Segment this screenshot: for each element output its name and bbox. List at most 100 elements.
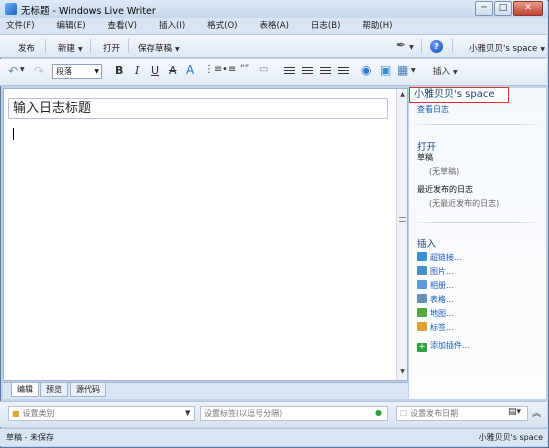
toolbar-separator — [421, 39, 422, 53]
save-draft-button[interactable]: 保存草稿 ▼ — [138, 42, 180, 54]
tab-edit[interactable]: 编辑 — [11, 383, 39, 397]
tab-preview[interactable]: 预览 — [40, 383, 68, 397]
add-plugin-link[interactable]: + 添加插件... — [417, 340, 470, 352]
scroll-up-icon[interactable]: ▲ — [398, 91, 407, 101]
italic-button[interactable]: I — [135, 64, 139, 77]
insert-picture-icon[interactable]: ▣ — [380, 63, 391, 77]
checkbox-icon[interactable]: ☐ — [400, 409, 407, 418]
horizontal-rule-icon[interactable]: ▭ — [259, 64, 268, 75]
text-cursor — [13, 128, 14, 140]
menu-bar: 文件(F) 编辑(E) 查看(V) 插入(I) 格式(O) 表格(A) 日志(B… — [0, 18, 547, 35]
new-button-label: 新建 — [58, 44, 76, 54]
menu-table[interactable]: 表格(A) — [259, 18, 301, 34]
close-button[interactable]: ✕ — [513, 1, 543, 16]
blockquote-button[interactable]: “” — [240, 64, 249, 74]
chevron-down-icon: ▼ — [409, 44, 414, 51]
recent-posts-empty: (无最近发布的日志) — [429, 199, 500, 208]
insert-table-link[interactable]: 表格... — [417, 294, 454, 305]
open-button[interactable]: 打开 — [103, 42, 120, 54]
align-left-icon[interactable] — [284, 67, 295, 76]
menu-file[interactable]: 文件(F) — [6, 18, 48, 34]
status-text: 草稿 - 未保存 — [6, 433, 54, 442]
numbered-list-icon[interactable]: ⋮≡ — [204, 64, 222, 75]
chevron-down-icon: ▼ — [78, 46, 83, 53]
tag-icon — [417, 322, 427, 331]
chevron-down-icon: ▼ — [94, 68, 99, 75]
editor-area[interactable] — [3, 88, 408, 381]
paragraph-style-select[interactable]: 段落 ▼ — [52, 64, 102, 79]
insert-album-link[interactable]: 相册... — [417, 280, 454, 291]
maximize-button[interactable]: □ — [494, 1, 512, 16]
chevron-down-icon: ▼ — [540, 46, 546, 53]
tags-field[interactable]: 设置标签(以逗号分隔) — [200, 406, 388, 421]
insert-menu-label: 插入 — [433, 67, 451, 77]
menu-insert[interactable]: 插入(I) — [159, 18, 198, 34]
map-icon — [417, 308, 427, 317]
drafts-label: 草稿 — [417, 153, 433, 162]
blog-account-label: 小雅贝贝's space — [469, 44, 538, 54]
tab-source[interactable]: 源代码 — [70, 383, 106, 397]
status-blog-name: 小雅贝贝's space — [478, 433, 543, 442]
title-bar: 无标题 - Windows Live Writer ─ □ ✕ — [0, 0, 547, 18]
table-icon — [417, 294, 427, 303]
hyperlink-icon[interactable]: ◉ — [361, 63, 371, 77]
category-icon: ■ — [12, 409, 20, 418]
menu-post[interactable]: 日志(B) — [311, 18, 353, 34]
blog-account-selector[interactable]: 小雅贝贝's space ▼ — [469, 42, 545, 54]
menu-help[interactable]: 帮助(H) — [362, 18, 405, 34]
menu-format[interactable]: 格式(O) — [207, 18, 250, 34]
align-right-icon[interactable] — [320, 67, 331, 76]
bulleted-list-icon[interactable]: •≡ — [222, 64, 236, 75]
sidebar-divider — [413, 222, 541, 223]
insert-album-label: 相册... — [430, 281, 454, 290]
add-plugin-label: 添加插件... — [430, 341, 470, 350]
minimize-button[interactable]: ─ — [475, 1, 493, 16]
insert-tag-link[interactable]: 标签... — [417, 322, 454, 333]
new-button[interactable]: 新建 ▼ — [58, 42, 83, 54]
insert-hyperlink-label: 超链接... — [430, 253, 462, 262]
insert-table-icon[interactable]: ▦ — [397, 63, 408, 77]
toolbar-separator — [128, 39, 129, 53]
insert-hyperlink-link[interactable]: 超链接... — [417, 252, 462, 263]
category-field[interactable]: ■ 设置类别 — [8, 406, 195, 421]
help-icon[interactable]: ? — [430, 40, 443, 53]
editor-scrollbar[interactable]: ▲ ▼ — [396, 89, 407, 380]
drafts-empty: (无草稿) — [429, 167, 460, 176]
insert-map-link[interactable]: 地图... — [417, 308, 454, 319]
undo-icon[interactable]: ↶ — [8, 64, 18, 78]
sidebar-divider — [413, 124, 541, 125]
publish-button[interactable]: 发布 — [18, 42, 35, 54]
save-draft-label: 保存草稿 — [138, 44, 173, 54]
tags-add-icon[interactable]: ● — [375, 408, 382, 417]
insert-map-label: 地图... — [430, 309, 454, 318]
insert-picture-link[interactable]: 图片... — [417, 266, 454, 277]
add-plugin-icon: + — [417, 342, 427, 352]
toolbar-separator — [90, 39, 91, 53]
insert-picture-label: 图片... — [430, 267, 454, 276]
album-icon — [417, 280, 427, 289]
menu-edit[interactable]: 编辑(E) — [57, 18, 99, 34]
align-justify-icon[interactable] — [338, 67, 349, 76]
insert-menu-button[interactable]: 插入 ▼ — [433, 65, 458, 77]
bold-button[interactable]: B — [115, 64, 123, 77]
scroll-down-icon[interactable]: ▼ — [398, 368, 407, 378]
font-color-button[interactable]: A — [186, 63, 194, 77]
toolbar-separator — [45, 39, 46, 53]
redo-icon[interactable]: ↷ — [34, 64, 44, 78]
align-center-icon[interactable] — [302, 67, 313, 76]
chevron-down-icon[interactable]: ▼ — [185, 409, 190, 417]
pen-icon[interactable]: ✒ ▼ — [396, 38, 414, 52]
calendar-icon[interactable]: ▤▾ — [508, 407, 521, 417]
sidebar-blog-name: 小雅贝贝's space — [409, 87, 509, 103]
menu-view[interactable]: 查看(V) — [108, 18, 150, 34]
strikethrough-button[interactable]: A — [169, 64, 177, 77]
paragraph-style-value: 段落 — [56, 67, 72, 76]
post-title-input[interactable]: 输入日志标题 — [8, 98, 388, 119]
writer-app-icon — [5, 3, 17, 15]
scroll-grip[interactable] — [399, 217, 406, 222]
collapse-up-icon[interactable]: ︽ — [532, 406, 541, 419]
insert-heading: 插入 — [417, 239, 437, 250]
underline-button[interactable]: U — [151, 64, 159, 77]
window-controls: ─ □ ✕ — [474, 1, 543, 16]
view-blog-link[interactable]: 查看日志 — [417, 104, 449, 115]
